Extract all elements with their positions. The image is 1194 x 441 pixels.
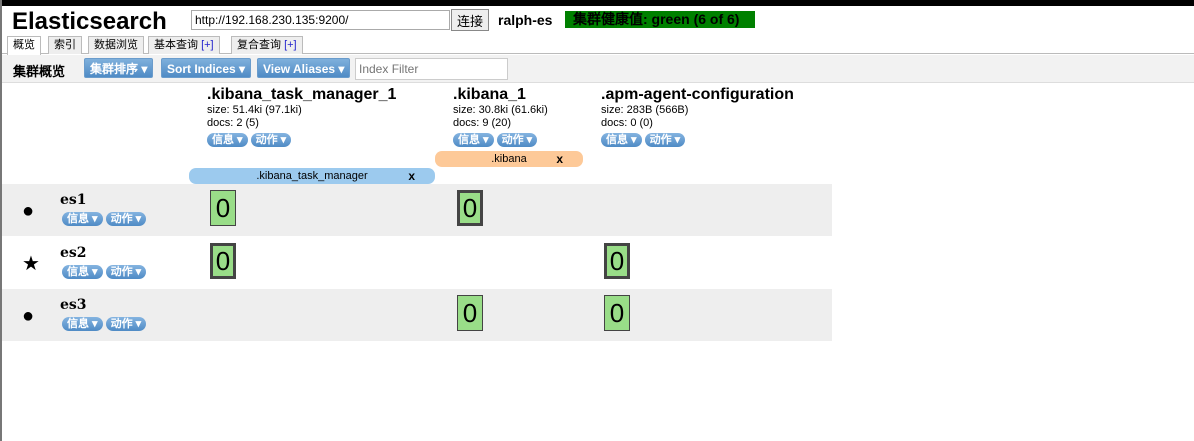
alias-label: .kibana	[491, 153, 527, 165]
node-row: ● es3 信息 ▾ 动作 ▾ 0 0	[2, 289, 832, 341]
tab-label: 数据浏览	[94, 39, 138, 51]
cluster-health-badge: 集群健康值: green (6 of 6)	[565, 11, 755, 28]
index-size: size: 30.8ki (61.6ki)	[453, 104, 548, 116]
node-action-button[interactable]: 动作 ▾	[105, 212, 147, 226]
primary-shard[interactable]: 0	[210, 242, 236, 279]
tab-indices[interactable]: 索引	[48, 36, 82, 54]
cluster-name: ralph-es	[498, 12, 553, 28]
index-header: .apm-agent-configuration size: 283B (566…	[601, 86, 794, 150]
node-name: es2	[60, 244, 87, 261]
overview-title: 集群概览	[13, 64, 66, 79]
index-docs: docs: 0 (0)	[601, 117, 653, 129]
url-input[interactable]	[191, 10, 450, 30]
tab-label: 概览	[13, 39, 35, 51]
index-filter-input[interactable]	[355, 58, 508, 80]
node-name: es3	[60, 297, 87, 313]
node-dot-icon: ●	[22, 200, 35, 222]
index-docs: docs: 9 (20)	[453, 117, 512, 129]
node-info-button[interactable]: 信息 ▾	[62, 212, 103, 226]
app-title: Elasticsearch	[12, 8, 167, 35]
index-info-button[interactable]: 信息 ▾	[453, 133, 494, 147]
tab-plus: [+]	[284, 39, 297, 51]
toolbar: 集群概览 集群排序 ▾ Sort Indices ▾ View Aliases …	[2, 55, 1194, 83]
primary-shard[interactable]: 0	[457, 190, 483, 226]
tab-bar: 概览 索引 数据浏览 基本查询 [+] 复合查询 [+]	[2, 36, 1194, 55]
node-action-button[interactable]: 动作 ▾	[105, 317, 147, 331]
alias-label: .kibana_task_manager	[256, 170, 368, 182]
replica-shard[interactable]: 0	[604, 295, 630, 331]
tab-overview[interactable]: 概览	[7, 36, 41, 55]
index-name: .kibana_1	[453, 86, 526, 103]
tab-compound-query[interactable]: 复合查询 [+]	[231, 36, 303, 54]
index-header: .kibana_1 size: 30.8ki (61.6ki) docs: 9 …	[453, 86, 548, 150]
node-info-button[interactable]: 信息 ▾	[62, 264, 103, 279]
index-action-button[interactable]: 动作 ▾	[250, 133, 292, 147]
remove-alias-icon[interactable]: x	[408, 168, 415, 184]
node-name: es1	[60, 192, 87, 208]
view-aliases-dropdown[interactable]: View Aliases ▾	[257, 58, 351, 78]
node-row: ★ es2 信息 ▾ 动作 ▾ 0 0	[2, 237, 832, 289]
alias-kibana[interactable]: .kibana x	[435, 151, 583, 167]
index-info-button[interactable]: 信息 ▾	[601, 133, 642, 147]
node-dot-icon: ●	[22, 305, 35, 327]
tab-label: 复合查询	[237, 39, 285, 51]
tab-plus: [+]	[201, 39, 214, 51]
index-header: .kibana_task_manager_1 size: 51.4ki (97.…	[207, 86, 396, 150]
index-name: .kibana_task_manager_1	[207, 86, 397, 103]
header: Elasticsearch 连接 ralph-es 集群健康值: green (…	[2, 6, 1194, 36]
node-action-button[interactable]: 动作 ▾	[105, 264, 147, 279]
primary-shard[interactable]: 0	[604, 242, 630, 279]
connect-button[interactable]: 连接	[451, 9, 489, 31]
alias-kibana-task-manager[interactable]: .kibana_task_manager x	[189, 168, 435, 184]
index-size: size: 51.4ki (97.1ki)	[207, 104, 302, 116]
sort-indices-dropdown[interactable]: Sort Indices ▾	[161, 58, 252, 78]
index-docs: docs: 2 (5)	[207, 117, 259, 129]
master-star-icon: ★	[22, 252, 40, 275]
replica-shard[interactable]: 0	[457, 295, 483, 331]
tab-browser[interactable]: 数据浏览	[88, 36, 144, 54]
tab-label: 索引	[54, 39, 76, 51]
index-size: size: 283B (566B)	[601, 104, 689, 116]
index-action-button[interactable]: 动作 ▾	[496, 133, 538, 147]
index-name: .apm-agent-configuration	[601, 86, 794, 103]
sort-cluster-dropdown[interactable]: 集群排序 ▾	[84, 58, 154, 78]
node-row: ● es1 信息 ▾ 动作 ▾ 0 0	[2, 184, 832, 236]
tab-label: 基本查询	[154, 39, 202, 51]
index-action-button[interactable]: 动作 ▾	[644, 133, 686, 147]
remove-alias-icon[interactable]: x	[556, 151, 563, 167]
index-info-button[interactable]: 信息 ▾	[207, 133, 248, 147]
tab-basic-query[interactable]: 基本查询 [+]	[148, 36, 220, 54]
node-info-button[interactable]: 信息 ▾	[62, 317, 103, 331]
replica-shard[interactable]: 0	[210, 190, 236, 226]
